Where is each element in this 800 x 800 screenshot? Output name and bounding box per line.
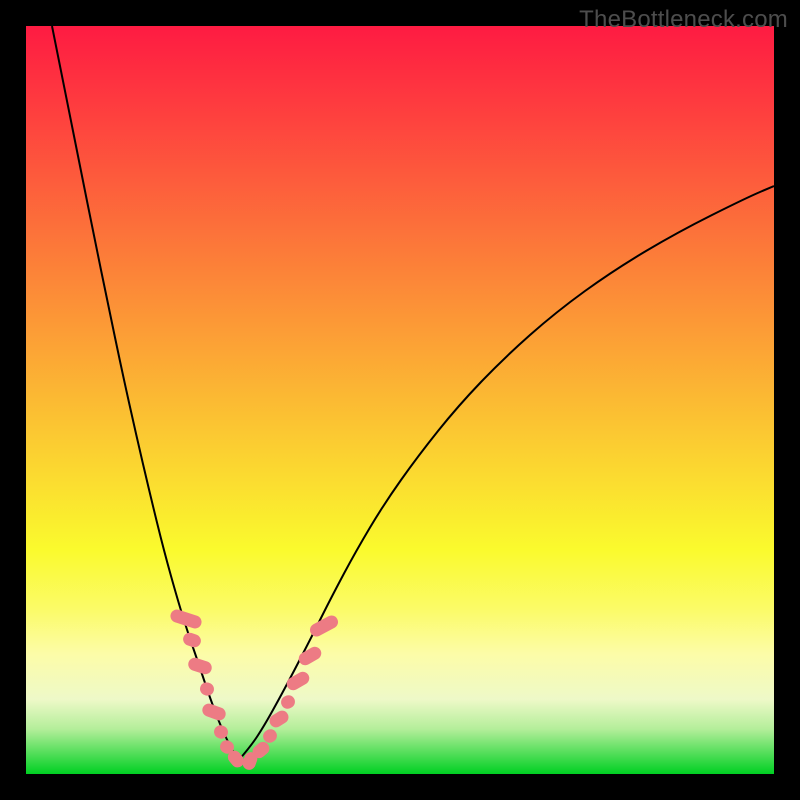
marker-capsule (267, 708, 291, 730)
marker-capsule (181, 631, 202, 649)
right-curve (238, 186, 774, 761)
marker-capsule (308, 613, 341, 639)
marker-capsule (187, 656, 214, 676)
watermark-text: TheBottleneck.com (579, 6, 788, 34)
curves-layer (26, 26, 774, 774)
left-curve (52, 26, 238, 761)
marker-capsule (296, 644, 323, 667)
marker-capsule (284, 669, 311, 692)
markers-group (169, 608, 341, 772)
marker-capsule (198, 681, 215, 698)
plot-frame (26, 26, 774, 774)
marker-capsule (201, 702, 228, 722)
